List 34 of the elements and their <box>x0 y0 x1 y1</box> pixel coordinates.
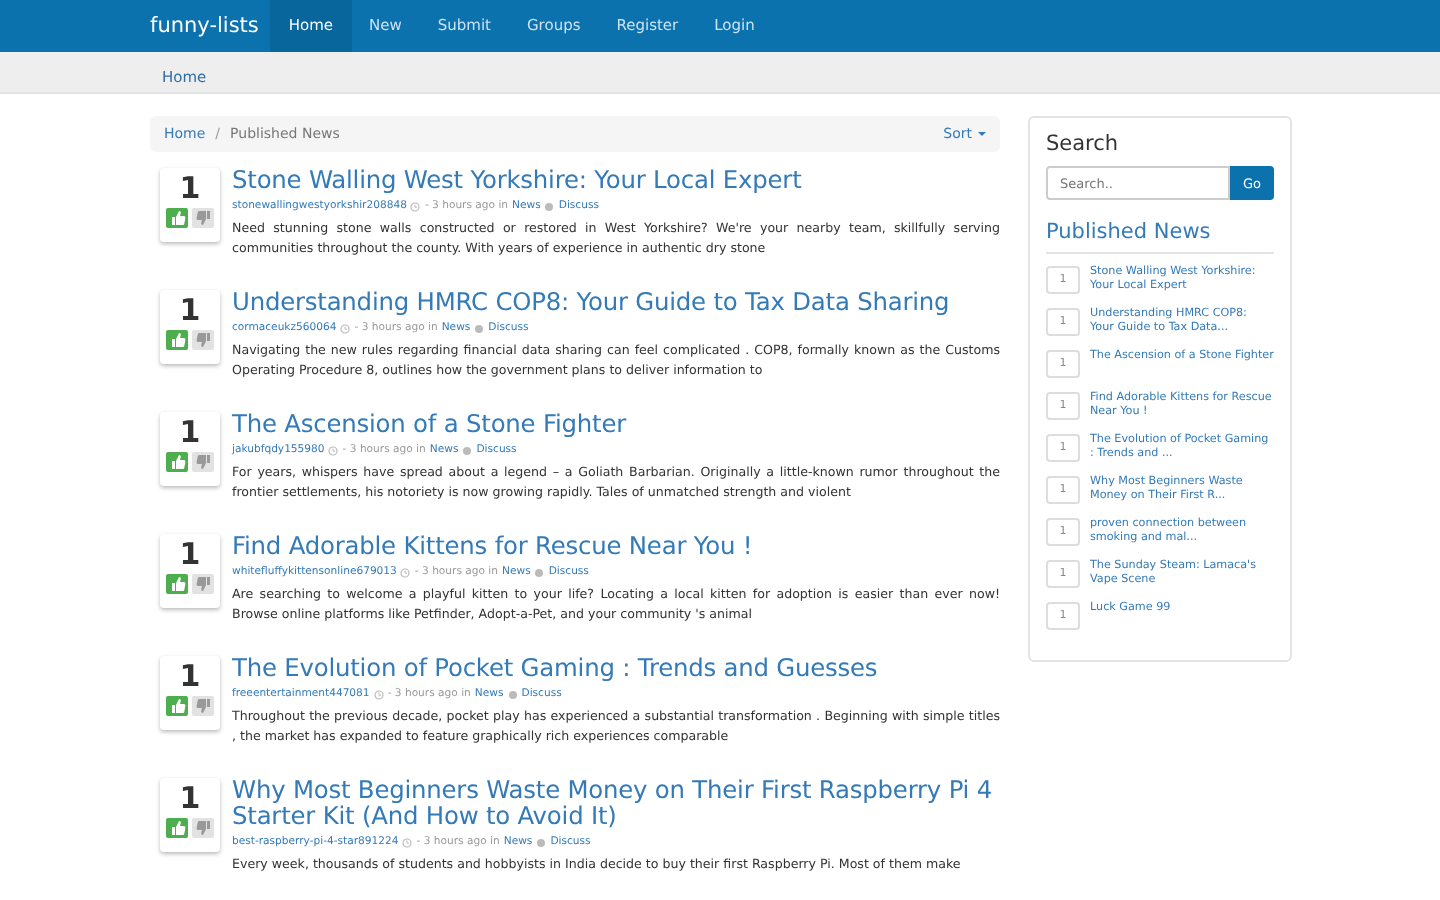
upvote-button[interactable] <box>166 818 188 838</box>
vote-count: 1 <box>179 778 201 818</box>
article-title[interactable]: Stone Walling West Yorkshire: Your Local Expert <box>232 168 1000 194</box>
vote-count: 1 <box>179 412 201 452</box>
article-title[interactable]: Understanding HMRC COP8: Your Guide to Tax Data Sharing <box>232 290 1000 316</box>
article-title[interactable]: The Ascension of a Stone Fighter <box>232 412 1000 438</box>
article-title[interactable]: The Evolution of Pocket Gaming : Trends and Guesses <box>232 656 1000 682</box>
article-title[interactable]: Find Adorable Kittens for Rescue Near You ! <box>232 534 1000 560</box>
caret-icon <box>978 132 986 136</box>
clock-icon <box>400 567 411 577</box>
clock-icon <box>402 837 413 847</box>
downvote-button[interactable] <box>192 208 214 228</box>
downvote-button[interactable] <box>192 818 214 838</box>
vote-count: 1 <box>179 534 201 574</box>
downvote-button[interactable] <box>192 574 214 594</box>
downvote-button[interactable] <box>192 452 214 472</box>
upvote-button[interactable] <box>166 574 188 594</box>
downvote-button[interactable] <box>192 696 214 716</box>
upvote-button[interactable] <box>166 696 188 716</box>
upvote-button[interactable] <box>166 330 188 350</box>
site-brand[interactable]: funny-lists <box>150 0 259 52</box>
search-heading: Search <box>1046 132 1121 156</box>
vote-count: 1 <box>179 656 201 696</box>
clock-icon <box>373 689 384 699</box>
vote-count: 1 <box>179 290 201 330</box>
vote-count: 1 <box>179 168 201 208</box>
article-title[interactable]: Why Most Beginners Waste Money on Their First Raspberry Pi 4 Starter Kit (And How to Avoid It) <box>232 778 1000 830</box>
downvote-button[interactable] <box>192 330 214 350</box>
clock-icon <box>328 445 339 455</box>
section-heading: Published News <box>1046 220 1274 254</box>
upvote-button[interactable] <box>166 208 188 228</box>
clock-icon <box>410 201 421 211</box>
clock-icon <box>340 323 351 333</box>
upvote-button[interactable] <box>166 452 188 472</box>
